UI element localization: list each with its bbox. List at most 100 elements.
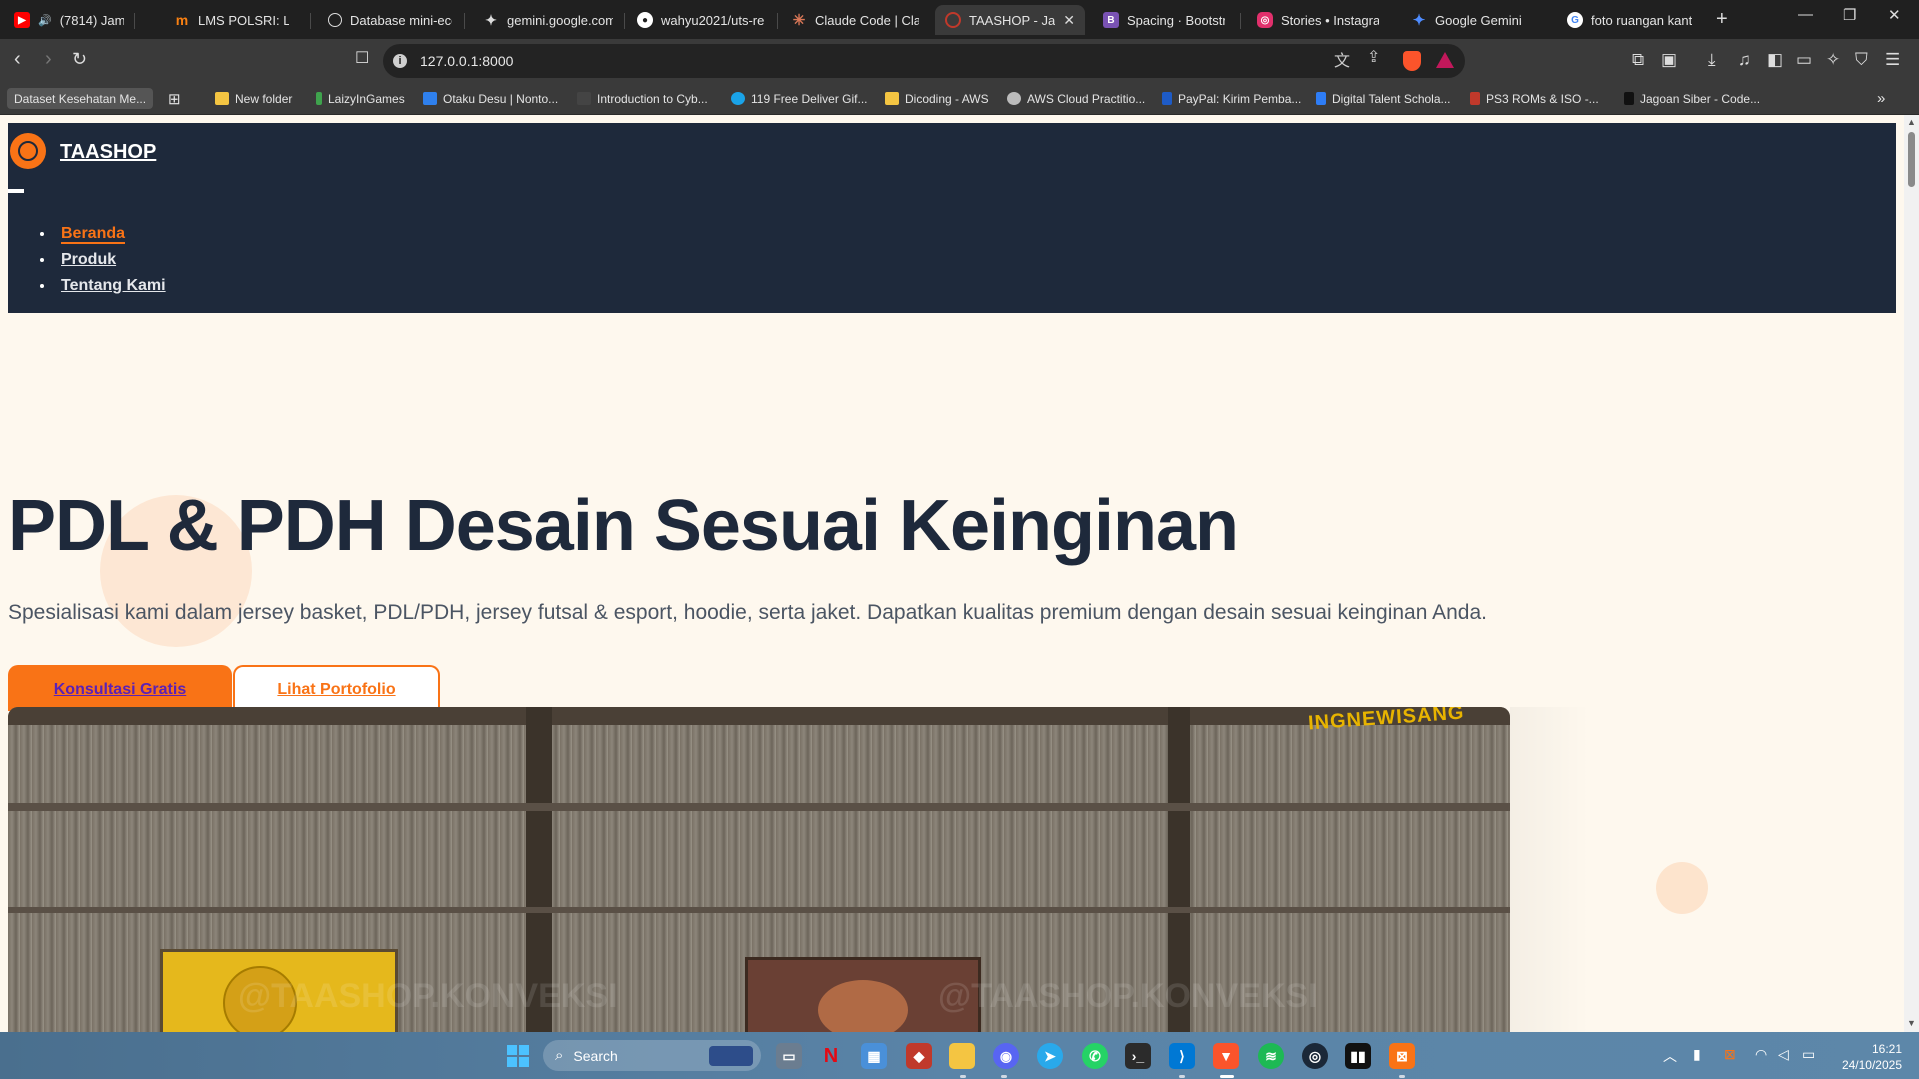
audio-icon[interactable]: 🔊	[38, 14, 52, 27]
taashop-logo-icon[interactable]	[10, 133, 46, 169]
tab-taashop[interactable]: TAASHOP - Jas ✕	[935, 5, 1085, 35]
lihat-portofolio-button[interactable]: Lihat Portofolio	[233, 665, 440, 711]
download-icon[interactable]: ⤓	[1708, 50, 1716, 70]
bookmark-item[interactable]: New folder	[215, 88, 292, 109]
bookmark-item[interactable]: 119 Free Deliver Gif...	[731, 88, 867, 109]
scrollbar-thumb[interactable]	[1908, 132, 1915, 187]
forward-button[interactable]: ›	[45, 49, 52, 69]
battery-icon[interactable]: ▭	[1802, 1046, 1815, 1063]
site-header: TAASHOP Beranda Produk Tentang Kami	[8, 123, 1896, 313]
address-bar[interactable]: i 127.0.0.1:8000	[383, 44, 1465, 78]
steam-icon[interactable]: ◎	[1302, 1043, 1328, 1069]
tab-title: Database mini-econ	[350, 12, 452, 28]
tray-xampp-icon[interactable]: ⊠	[1724, 1046, 1736, 1063]
media-icon[interactable]: ♫	[1738, 50, 1751, 70]
more-bookmarks-icon[interactable]: »	[1877, 88, 1885, 109]
translate-icon[interactable]: 文	[1334, 47, 1350, 71]
neon-sign: INGNEWISANG	[1307, 707, 1466, 735]
tray-audio-app-icon[interactable]: ▮	[1693, 1046, 1701, 1063]
minimize-button[interactable]: —	[1798, 6, 1813, 23]
file-explorer-icon[interactable]	[949, 1043, 975, 1069]
system-clock[interactable]: 16:21 24/10/2025	[1832, 1041, 1902, 1073]
volume-icon[interactable]: ◁	[1778, 1046, 1789, 1063]
tab-title: TAASHOP - Jas	[969, 12, 1056, 28]
sidebar-icon[interactable]: ◧	[1767, 50, 1783, 70]
wifi-icon[interactable]: ◠	[1755, 1046, 1767, 1063]
new-tab-button[interactable]: +	[1716, 8, 1728, 31]
nav-link-produk[interactable]: Produk	[61, 251, 116, 268]
vscode-icon[interactable]: ⟩	[1169, 1043, 1195, 1069]
tab-google-gemini[interactable]: ✦ Google Gemini	[1401, 5, 1551, 35]
tab-database[interactable]: Database mini-econ	[318, 5, 462, 35]
bookmark-item[interactable]: PS3 ROMs & ISO -...	[1470, 88, 1599, 109]
brave-browser-icon[interactable]: ▼	[1213, 1043, 1239, 1069]
site-info-icon[interactable]: i	[393, 54, 407, 68]
tab-lms-polsri[interactable]: m LMS POLSRI: Log in	[164, 5, 299, 35]
discord-icon[interactable]: ◉	[993, 1043, 1019, 1069]
tab-title: (7814) James Ar	[59, 12, 124, 28]
tab-github[interactable]: ● wahyu2021/uts-rek	[627, 5, 775, 35]
bookmark-item[interactable]: Jagoan Siber - Code...	[1624, 88, 1760, 109]
bookmark-item[interactable]: Otaku Desu | Nonto...	[423, 88, 558, 109]
app-red-icon[interactable]: ◆	[906, 1043, 932, 1069]
brave-shields-icon[interactable]	[1403, 51, 1421, 71]
tab-youtube[interactable]: ▶ 🔊 (7814) James Ar	[4, 5, 134, 35]
bookmark-item[interactable]: AWS Cloud Practitio...	[1007, 88, 1145, 109]
nav-link-tentang-kami[interactable]: Tentang Kami	[61, 277, 166, 294]
extensions-icon[interactable]: ⧉	[1632, 50, 1644, 70]
url-text[interactable]: 127.0.0.1:8000	[420, 53, 513, 69]
tab-google-search[interactable]: G foto ruangan kantor	[1557, 5, 1702, 35]
bookmark-item[interactable]: Digital Talent Schola...	[1316, 88, 1451, 109]
microsoft-store-icon[interactable]: ▦	[861, 1043, 887, 1069]
taskbar-search[interactable]: ⌕ Search	[543, 1040, 761, 1071]
konsultasi-gratis-button[interactable]: Konsultasi Gratis	[8, 665, 232, 711]
close-tab-icon[interactable]: ✕	[1063, 12, 1075, 29]
hero-title: PDL & PDH Desain Sesuai Keinginan	[8, 486, 1239, 566]
nav-item-produk: Produk	[40, 247, 166, 273]
instagram-icon: ◎	[1257, 12, 1273, 28]
tray-chevron-icon[interactable]: ︿	[1663, 1046, 1677, 1066]
bookmark-item[interactable]: Dataset Kesehatan Me...	[7, 88, 154, 109]
spotify-icon[interactable]: ≋	[1258, 1043, 1284, 1069]
whatsapp-icon[interactable]: ✆	[1082, 1043, 1108, 1069]
cyber-icon	[577, 92, 591, 105]
menu-icon[interactable]: ☰	[1885, 50, 1900, 70]
close-window-button[interactable]: ✕	[1888, 6, 1901, 24]
tab-claude[interactable]: ✳ Claude Code | Clau	[781, 5, 929, 35]
tab-instagram[interactable]: ◎ Stories • Instagram	[1247, 5, 1389, 35]
wallet-icon[interactable]: ▭	[1796, 50, 1812, 70]
telegram-icon[interactable]: ➤	[1037, 1043, 1063, 1069]
screenshot-icon[interactable]: ▣	[1661, 50, 1677, 70]
dts-icon	[1316, 92, 1326, 105]
menu-toggle-icon[interactable]	[8, 189, 24, 193]
browser-toolbar: ‹ › ↻ ☐ i 127.0.0.1:8000 文 ⇪ ⧉ ▣ ⤓ ♫ ◧ ▭…	[0, 39, 1919, 83]
brand-link[interactable]: TAASHOP	[60, 141, 156, 164]
restore-button[interactable]: ❐	[1843, 6, 1856, 24]
start-windows-icon[interactable]	[507, 1045, 529, 1067]
terminal-icon[interactable]: ›_	[1125, 1043, 1151, 1069]
reload-button[interactable]: ↻	[72, 49, 87, 69]
search-label: Search	[573, 1047, 618, 1064]
share-icon[interactable]: ⇪	[1367, 47, 1380, 67]
bookmark-item[interactable]: PayPal: Kirim Pemba...	[1162, 88, 1301, 109]
vpn-icon[interactable]: ⛉	[1855, 50, 1868, 70]
search-icon: ⌕	[555, 1047, 564, 1064]
page-scrollbar[interactable]: ▲ ▼	[1904, 115, 1919, 1032]
bookmark-item[interactable]: LaizyInGames	[316, 88, 405, 109]
tab-gemini-google[interactable]: ✦ gemini.google.com	[473, 5, 623, 35]
audio-app-icon[interactable]: ▮▮	[1345, 1043, 1371, 1069]
nav-link-beranda[interactable]: Beranda	[61, 225, 126, 244]
netflix-icon[interactable]: N	[818, 1043, 844, 1069]
bookmark-item[interactable]: Introduction to Cyb...	[577, 88, 708, 109]
brave-rewards-icon[interactable]	[1436, 52, 1454, 68]
bookmark-page-icon[interactable]: ☐	[355, 49, 369, 69]
apps-grid-icon[interactable]: ⊞	[168, 88, 181, 109]
task-view-icon[interactable]: ▭	[776, 1043, 802, 1069]
bookmark-item[interactable]: Dicoding - AWS	[885, 88, 989, 109]
tab-title: Spacing · Bootstrap	[1127, 12, 1225, 28]
back-button[interactable]: ‹	[14, 49, 21, 69]
xampp-icon[interactable]: ⊠	[1389, 1043, 1415, 1069]
leo-ai-icon[interactable]: ✧	[1826, 50, 1840, 70]
bootstrap-icon: B	[1103, 12, 1119, 28]
tab-bootstrap[interactable]: B Spacing · Bootstrap	[1093, 5, 1235, 35]
